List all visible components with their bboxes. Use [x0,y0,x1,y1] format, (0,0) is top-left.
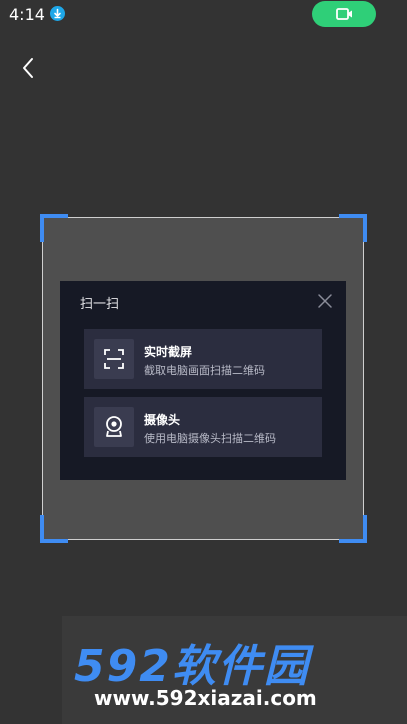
chevron-left-icon [23,58,33,78]
scan-corner-top-right [339,214,367,242]
watermark-banner: 592软件园 www.592xiazai.com [62,616,407,724]
webcam-icon [94,407,134,447]
video-camera-icon [336,8,352,20]
option-title: 实时截屏 [144,345,193,359]
scan-corner-top-left [40,214,68,242]
option-subtitle: 截取电脑画面扫描二维码 [144,364,265,377]
option-webcam[interactable]: 摄像头 使用电脑摄像头扫描二维码 [84,397,322,457]
video-call-button[interactable] [312,1,376,27]
watermark-logo: 592软件园 [74,641,310,692]
download-icon [50,6,65,21]
screenshot-scan-icon [94,339,134,379]
scan-corner-bottom-right [339,515,367,543]
back-button[interactable] [16,54,42,82]
scan-corner-bottom-left [40,515,68,543]
watermark-url: www.592xiazai.com [94,686,317,710]
close-button[interactable] [317,293,333,309]
close-icon [318,294,332,308]
option-live-screenshot[interactable]: 实时截屏 截取电脑画面扫描二维码 [84,329,322,389]
status-time: 4:14 [9,5,45,24]
option-subtitle: 使用电脑摄像头扫描二维码 [144,432,276,445]
scan-dialog: 扫一扫 实时截屏 截取电脑画面扫描二维码 摄像头 使用电脑摄像头扫描二维码 [60,281,346,480]
dialog-title: 扫一扫 [80,297,120,312]
option-title: 摄像头 [144,413,181,427]
